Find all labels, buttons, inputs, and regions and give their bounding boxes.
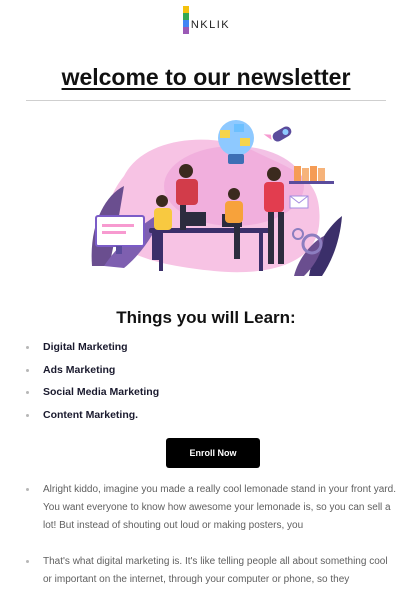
enroll-now-button[interactable]: Enroll Now [166,438,260,468]
list-item: Ads Marketing [24,364,159,387]
inklik-logo-icon [182,6,189,34]
topics-list: Digital Marketing Ads Marketing Social M… [24,341,159,431]
paragraph-item: That's what digital marketing is. It's l… [24,553,399,589]
team-working-illustration [91,120,342,276]
topic-label: Digital Marketing [43,341,128,353]
list-item: Social Media Marketing [24,386,159,409]
bullet-icon [26,488,29,491]
newsletter-page: NKLIK welcome to our newsletter Things y… [0,0,412,585]
page-title: welcome to our newsletter [61,64,351,90]
logo-text: NKLIK [190,19,231,31]
section-title: Things you will Learn: [116,308,296,327]
brand-logo: NKLIK [0,6,412,39]
bullet-icon [26,560,29,563]
paragraph-item: Alright kiddo, imagine you made a really… [24,481,399,535]
list-item: Content Marketing. [24,409,159,432]
bullet-icon [26,391,29,394]
topic-label: Social Media Marketing [43,386,160,398]
body-paragraphs: Alright kiddo, imagine you made a really… [24,481,399,607]
list-item: Digital Marketing [24,341,159,364]
bullet-icon [26,346,29,349]
bullet-icon [26,413,29,417]
topic-label: Content Marketing. [43,408,139,421]
bullet-icon [26,368,29,372]
divider [26,100,386,101]
topic-label: Ads Marketing [43,363,116,376]
paragraph-text: Alright kiddo, imagine you made a really… [43,484,396,531]
